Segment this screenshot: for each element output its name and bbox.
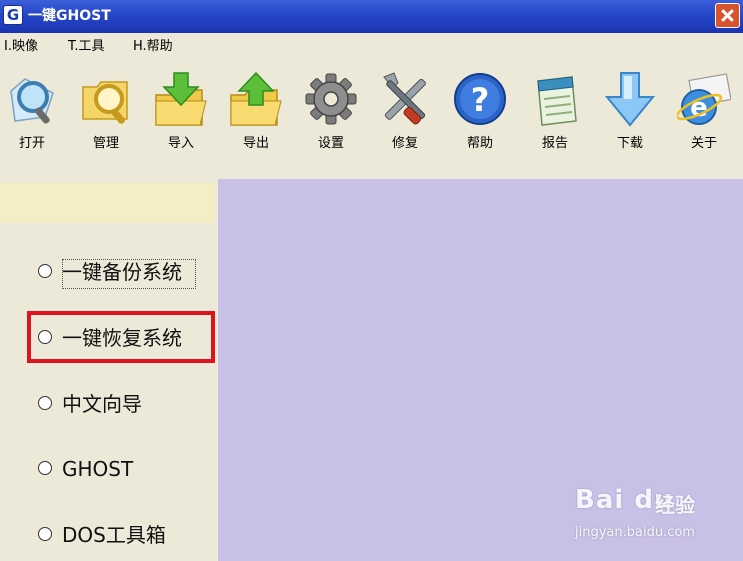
- toolbar-help-label: 帮助: [466, 136, 493, 151]
- toolbar-repair-label: 修复: [391, 136, 418, 151]
- download-arrow-icon: [604, 72, 656, 127]
- radio-button[interactable]: [38, 461, 52, 475]
- close-button[interactable]: [715, 3, 740, 28]
- app-icon: G: [3, 5, 23, 25]
- ie-mail-icon: e: [677, 73, 731, 125]
- toolbar-settings-button[interactable]: 设置: [296, 65, 366, 165]
- toolbar-report-label: 报告: [541, 136, 568, 151]
- radio-button[interactable]: [38, 527, 52, 541]
- help-icon: ?: [454, 73, 506, 125]
- menu-help[interactable]: H.帮助: [133, 38, 173, 56]
- toolbar-settings-label: 设置: [317, 136, 344, 151]
- toolbar-export-label: 导出: [242, 136, 269, 151]
- baidu-jingyan-watermark: Bai du 经验 jingyan.baidu.com: [575, 484, 740, 544]
- menu-image[interactable]: I.映像: [4, 38, 38, 56]
- toolbar-open-label: 打开: [18, 136, 45, 151]
- toolbar-about-button[interactable]: e 关于: [669, 65, 739, 165]
- option-label: GHOST: [62, 457, 134, 481]
- toolbar: 打开 管理 导入 导出 设置 修复 ? 帮助 报告 下载 e 关于: [0, 61, 743, 179]
- open-magnifier-icon: [10, 78, 54, 124]
- toolbar-download-button[interactable]: 下载: [595, 65, 665, 165]
- left-panel: [0, 179, 218, 561]
- gear-icon: [305, 73, 357, 125]
- window-title: 一键GHOST: [28, 8, 111, 24]
- toolbar-help-button[interactable]: ? 帮助: [445, 65, 515, 165]
- menu-tools[interactable]: T.工具: [68, 38, 105, 56]
- toolbar-repair-button[interactable]: 修复: [370, 65, 440, 165]
- folder-import-icon: [155, 72, 207, 126]
- toolbar-download-label: 下载: [616, 136, 643, 151]
- menu-bar: I.映像 T.工具 H.帮助: [0, 33, 743, 61]
- toolbar-import-label: 导入: [167, 136, 194, 151]
- notepad-icon: [537, 76, 577, 126]
- toolbar-open-button[interactable]: 打开: [0, 65, 67, 165]
- option-label: 中文向导: [62, 392, 142, 416]
- toolbar-export-button[interactable]: 导出: [221, 65, 291, 165]
- svg-text:?: ?: [471, 81, 490, 119]
- toolbar-manage-button[interactable]: 管理: [71, 65, 141, 165]
- toolbar-import-button[interactable]: 导入: [146, 65, 216, 165]
- folder-search-icon: [82, 81, 128, 124]
- option-label: DOS工具箱: [62, 523, 166, 547]
- radio-button[interactable]: [38, 396, 52, 410]
- toolbar-manage-label: 管理: [92, 136, 119, 151]
- highlight-box: [27, 311, 215, 363]
- toolbar-about-label: 关于: [690, 136, 717, 151]
- watermark-url: jingyan.baidu.com: [575, 525, 695, 540]
- toolbar-report-button[interactable]: 报告: [520, 65, 590, 165]
- focus-indicator: [62, 259, 196, 289]
- watermark-text: 经验: [655, 493, 695, 517]
- title-bar[interactable]: G 一键GHOST: [0, 0, 743, 33]
- panel-header: [0, 183, 215, 223]
- radio-button[interactable]: [38, 264, 52, 278]
- tools-icon: [383, 72, 426, 125]
- folder-export-icon: [230, 71, 282, 126]
